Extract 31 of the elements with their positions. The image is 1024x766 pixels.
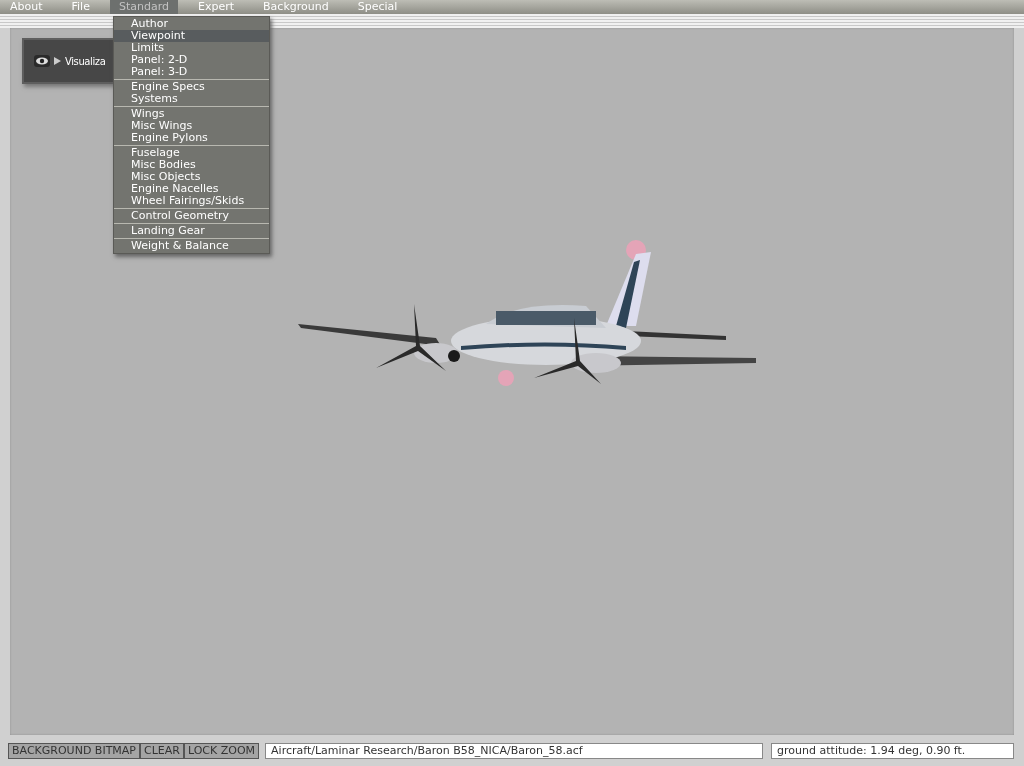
expand-triangle-icon[interactable] — [54, 57, 61, 65]
eye-icon[interactable] — [34, 55, 50, 67]
dropdown-item[interactable]: Control Geometry — [114, 210, 269, 222]
readout-field: ground attitude: 1.94 deg, 0.90 ft. — [771, 743, 1014, 759]
dropdown-item[interactable]: Wheel Fairings/Skids — [114, 195, 269, 207]
dropdown-item[interactable]: Fuselage — [114, 147, 269, 159]
menu-item[interactable]: About — [1, 0, 52, 14]
toolbar-button[interactable]: CLEAR — [140, 743, 184, 759]
dropdown-item[interactable]: Limits — [114, 42, 269, 54]
dropdown-item[interactable]: Engine Specs — [114, 81, 269, 93]
dropdown-item[interactable]: Misc Bodies — [114, 159, 269, 171]
toolbar-button[interactable]: BACKGROUND BITMAP — [8, 743, 140, 759]
dropdown-item[interactable]: Engine Nacelles — [114, 183, 269, 195]
dropdown-item[interactable]: Landing Gear — [114, 225, 269, 237]
menu-item[interactable]: Expert — [189, 0, 244, 14]
dropdown-item[interactable]: Weight & Balance — [114, 240, 269, 252]
dropdown-item[interactable]: Engine Pylons — [114, 132, 269, 144]
dropdown-item[interactable]: Wings — [114, 108, 269, 120]
dropdown-item[interactable]: Panel: 3-D — [114, 66, 269, 78]
dropdown-item[interactable]: Systems — [114, 93, 269, 105]
dropdown-item[interactable]: Author — [114, 18, 269, 30]
dropdown-item[interactable]: Misc Objects — [114, 171, 269, 183]
toolbar-button[interactable]: LOCK ZOOM — [183, 743, 260, 759]
menu-item[interactable]: Special — [348, 0, 407, 14]
menu-item[interactable]: Standard — [109, 0, 178, 14]
dropdown-item[interactable]: Viewpoint — [114, 30, 269, 42]
menu-item[interactable]: Background — [254, 0, 338, 14]
file-path-field[interactable]: Aircraft/Laminar Research/Baron B58_NICA/Baron_58.acf — [265, 743, 764, 759]
panel-label: Visualiza — [65, 55, 106, 67]
dropdown-item[interactable]: Misc Wings — [114, 120, 269, 132]
dropdown-item[interactable]: Panel: 2-D — [114, 54, 269, 66]
